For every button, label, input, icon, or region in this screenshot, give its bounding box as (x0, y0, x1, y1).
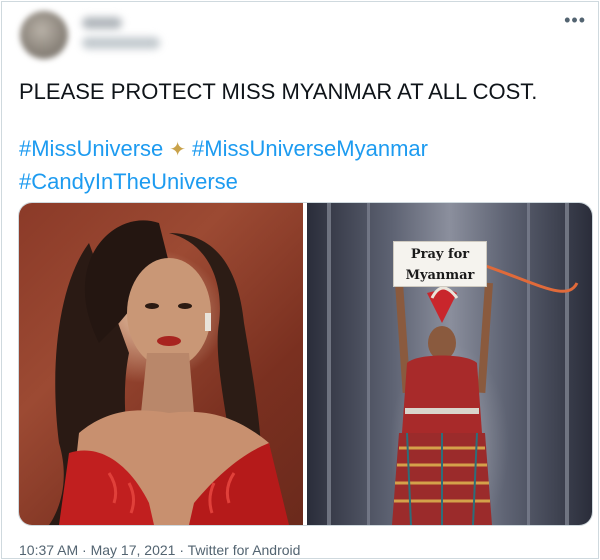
photo-pray-for-myanmar[interactable]: Pray for Myanmar (307, 203, 592, 525)
hashtag-link[interactable]: #MissUniverse (19, 136, 163, 161)
author-name[interactable] (82, 17, 122, 29)
hashtag-link[interactable]: #CandyInTheUniverse (19, 169, 238, 194)
hashtag-list: #MissUniverse ✦ #MissUniverseMyanmar #Cand… (19, 133, 589, 197)
author-handle[interactable] (82, 37, 160, 49)
sign-line-2: Myanmar (405, 268, 475, 283)
avatar[interactable] (20, 11, 68, 59)
sparkle-icon: ✦ (169, 139, 187, 161)
hashtag-link[interactable]: #MissUniverseMyanmar (192, 136, 428, 161)
portrait-illustration (49, 220, 289, 525)
more-options-icon[interactable]: ••• (564, 10, 586, 31)
tweet-timestamp[interactable]: 10:37 AM · May 17, 2021 · Twitter for An… (19, 542, 300, 558)
photo-portrait[interactable] (19, 203, 303, 525)
protest-sign: Pray for Myanmar (393, 241, 487, 287)
media-grid: Pray for Myanmar (18, 202, 593, 526)
tweet-text: PLEASE PROTECT MISS MYANMAR AT ALL COST. (19, 79, 538, 104)
tweet-card: ••• PLEASE PROTECT MISS MYANMAR AT ALL C… (1, 1, 599, 559)
sign-line-1: Pray for (410, 247, 470, 262)
